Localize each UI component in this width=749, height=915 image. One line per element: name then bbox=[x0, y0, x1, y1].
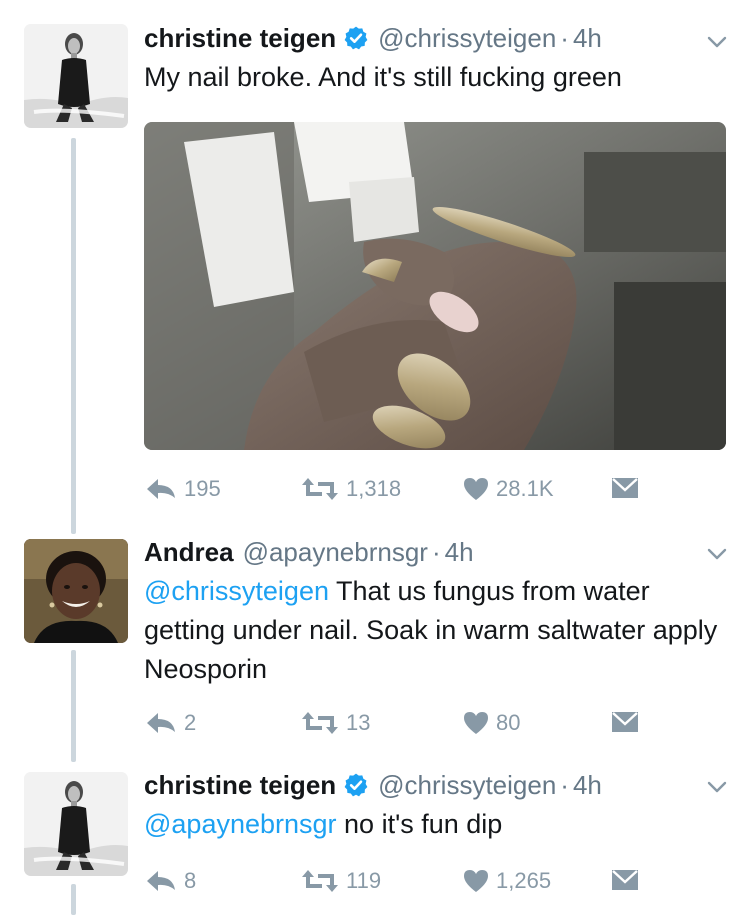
reply-icon bbox=[147, 713, 175, 733]
retweet-icon bbox=[302, 712, 338, 734]
avatar[interactable] bbox=[24, 539, 128, 643]
user-handle[interactable]: @chrissyteigen bbox=[378, 23, 556, 54]
separator-dot: · bbox=[560, 22, 569, 53]
like-button[interactable]: 1,265 bbox=[462, 868, 551, 894]
tweet-header: christine teigen @chrissyteigen · 4h bbox=[144, 767, 729, 803]
envelope-icon bbox=[612, 870, 638, 890]
retweet-count: 13 bbox=[346, 710, 371, 735]
tweet-text: @apaynebrnsgr no it's fun dip bbox=[144, 805, 729, 844]
user-handle[interactable]: @chrissyteigen bbox=[378, 770, 556, 801]
tweet-photo[interactable] bbox=[144, 122, 726, 450]
envelope-icon bbox=[612, 478, 638, 498]
heart-icon bbox=[464, 870, 488, 892]
reply-icon bbox=[147, 871, 175, 891]
heart-icon bbox=[464, 712, 488, 734]
retweet-icon bbox=[302, 478, 338, 500]
retweet-button[interactable]: 1,318 bbox=[300, 476, 401, 502]
like-count: 80 bbox=[496, 710, 521, 735]
timestamp[interactable]: 4h bbox=[573, 23, 602, 54]
avatar[interactable] bbox=[24, 24, 128, 128]
chevron-down-icon[interactable] bbox=[705, 775, 729, 799]
user-handle[interactable]: @apaynebrnsgr bbox=[243, 537, 428, 568]
verified-badge-icon bbox=[344, 773, 368, 797]
like-button[interactable]: 28.1K bbox=[462, 476, 554, 502]
mention-link[interactable]: @apaynebrnsgr bbox=[144, 809, 337, 839]
tweet-text: My nail broke. And it's still fucking gr… bbox=[144, 62, 622, 92]
avatar[interactable] bbox=[24, 772, 128, 876]
reply-button[interactable]: 2 bbox=[144, 710, 196, 736]
retweet-button[interactable]: 119 bbox=[300, 868, 381, 894]
timestamp[interactable]: 4h bbox=[445, 537, 474, 568]
reply-count: 195 bbox=[184, 476, 221, 501]
tweet-header: Andrea @apaynebrnsgr · 4h bbox=[144, 534, 729, 570]
thread-line bbox=[71, 650, 76, 762]
direct-message-button[interactable] bbox=[610, 868, 640, 892]
retweet-button[interactable]: 13 bbox=[300, 710, 370, 736]
envelope-icon bbox=[612, 712, 638, 732]
mention-link[interactable]: @chrissyteigen bbox=[144, 576, 329, 606]
reply-button[interactable]: 195 bbox=[144, 476, 221, 502]
retweet-count: 1,318 bbox=[346, 476, 402, 501]
reply-count: 8 bbox=[184, 868, 197, 893]
thread-line bbox=[71, 138, 76, 534]
reply-button[interactable]: 8 bbox=[144, 868, 196, 894]
like-count: 28.1K bbox=[496, 476, 554, 501]
retweet-count: 119 bbox=[346, 868, 382, 893]
display-name[interactable]: Andrea bbox=[144, 537, 234, 568]
display-name[interactable]: christine teigen bbox=[144, 23, 336, 54]
direct-message-button[interactable] bbox=[610, 710, 640, 734]
separator-dot: · bbox=[431, 536, 441, 567]
like-button[interactable]: 80 bbox=[462, 710, 520, 736]
tweet-body: no it's fun dip bbox=[336, 809, 503, 839]
direct-message-button[interactable] bbox=[610, 476, 640, 500]
tweet[interactable]: christine teigen @chrissyteigen · 4h @ap… bbox=[144, 767, 729, 844]
timestamp[interactable]: 4h bbox=[573, 770, 602, 801]
tweet[interactable]: Andrea @apaynebrnsgr · 4h @chrissyteigen… bbox=[144, 534, 729, 689]
separator-dot: · bbox=[560, 769, 569, 800]
reply-count: 2 bbox=[184, 710, 197, 735]
tweet-text: @chrissyteigen That us fungus from water… bbox=[144, 572, 729, 689]
like-count: 1,265 bbox=[496, 868, 552, 893]
thread-line bbox=[71, 884, 76, 915]
retweet-icon bbox=[302, 870, 338, 892]
chevron-down-icon[interactable] bbox=[705, 30, 729, 54]
tweet-header: christine teigen @chrissyteigen · 4h bbox=[144, 20, 729, 56]
display-name[interactable]: christine teigen bbox=[144, 770, 336, 801]
reply-icon bbox=[147, 479, 175, 499]
heart-icon bbox=[464, 478, 488, 500]
chevron-down-icon[interactable] bbox=[705, 542, 729, 566]
tweet[interactable]: christine teigen @chrissyteigen · 4h My … bbox=[144, 20, 729, 97]
verified-badge-icon bbox=[344, 26, 368, 50]
